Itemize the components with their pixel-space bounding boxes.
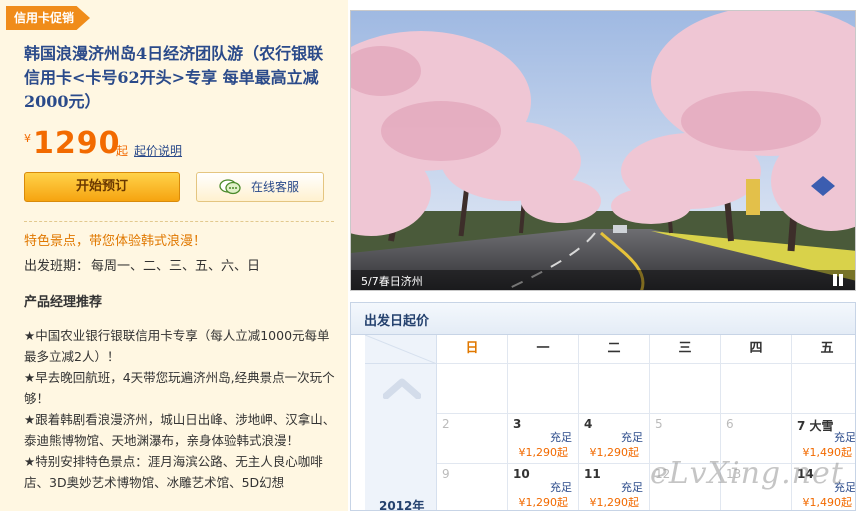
weekday-header: 三 <box>650 335 721 364</box>
availability-tag: 充足 <box>834 431 856 444</box>
availability-tag: 充足 <box>550 481 572 494</box>
price-suffix: 起 <box>116 144 129 158</box>
calendar-day-cell[interactable]: 11 充足 ¥1,290起 <box>579 464 650 510</box>
list-item: ★跟着韩剧看浪漫济州，城山日出峰、涉地岬、汉拿山、泰迪熊博物馆、天地渊瀑布，亲身… <box>24 412 336 448</box>
product-info-panel: 信用卡促销 韩国浪漫济州岛4日经济团队游（农行银联信用卡<卡号62开头>专享 每… <box>0 0 348 511</box>
photo-caption: 5/7春日济州 <box>361 275 423 288</box>
watermark: eLvXing.net <box>650 456 844 491</box>
manager-recommend-list: ★中国农业银行银联信用卡专享（每人立减1000元每单最多立减2人）！ ★早去晚回… <box>24 325 336 493</box>
day-price: ¥1,290起 <box>518 496 569 509</box>
price-row: ¥ 1290 起 起价说明 <box>24 126 324 162</box>
day-number: 2 <box>442 417 450 431</box>
calendar-side: 2012年 <box>365 335 437 511</box>
calendar-year: 2012年 <box>379 499 425 511</box>
calendar-corner <box>365 335 437 364</box>
availability-tag: 充足 <box>621 481 643 494</box>
availability-tag: 充足 <box>621 431 643 444</box>
calendar-day-cell <box>437 364 508 414</box>
calendar-day-cell <box>792 364 855 414</box>
calendar-day-cell[interactable]: 4 充足 ¥1,290起 <box>579 414 650 464</box>
book-button[interactable]: 开始预订 <box>24 172 180 202</box>
calendar-day-cell <box>650 364 721 414</box>
caption-bar: 5/7春日济州 <box>351 270 855 290</box>
calendar-day-cell: 2 <box>437 414 508 464</box>
chat-icon <box>219 179 241 195</box>
list-item: ★特别安排特色景点：涯月海滨公路、无主人良心咖啡店、3D奥妙艺术博物馆、冰雕艺术… <box>24 454 323 490</box>
calendar-title: 出发日起价 <box>364 314 430 329</box>
list-item: ★早去晚回航班，4天带您玩遍济州岛,经典景点一次玩个够！ <box>24 370 335 406</box>
schedule-days: 每周一、二、三、五、六、日 <box>91 259 261 274</box>
weekday-header: 日 <box>437 335 508 364</box>
weekday-header: 一 <box>508 335 579 364</box>
feature-text: 特色景点，带您体验韩式浪漫！ <box>24 234 207 249</box>
online-service-label: 在线客服 <box>251 180 300 194</box>
day-number: 4 <box>584 417 593 431</box>
pause-icon[interactable] <box>831 274 845 286</box>
promo-tag: 信用卡促销 <box>6 6 90 30</box>
divider <box>24 221 334 222</box>
schedule-label: 出发班期： <box>24 259 90 274</box>
calendar-day-cell <box>721 364 792 414</box>
destination-photo[interactable]: 5/7春日济州 <box>350 10 856 291</box>
manager-recommend-title: 产品经理推荐 <box>24 295 103 310</box>
schedule-text: 出发班期： 每周一、二、三、五、六、日 <box>24 255 262 274</box>
weekday-header: 五 <box>792 335 855 364</box>
calendar-header: 出发日起价 <box>351 303 855 335</box>
price-value: 1290 <box>33 126 121 161</box>
day-number: 7 大雪 <box>797 419 834 433</box>
day-number: 10 <box>513 467 530 481</box>
availability-tag: 充足 <box>550 431 572 444</box>
calendar-day-cell[interactable]: 3 充足 ¥1,290起 <box>508 414 579 464</box>
price-currency: ¥ <box>24 132 31 145</box>
prev-month-icon[interactable] <box>383 377 421 399</box>
day-number: 9 <box>442 467 450 481</box>
calendar-day-cell: 9 <box>437 464 508 510</box>
list-item: ★中国农业银行银联信用卡专享（每人立减1000元每单最多立减2人）！ <box>24 328 330 364</box>
cherry-blossom-road-image <box>351 11 855 290</box>
weekday-header: 四 <box>721 335 792 364</box>
day-number: 11 <box>584 467 601 481</box>
day-price: ¥1,290起 <box>518 446 569 459</box>
calendar-day-cell <box>579 364 650 414</box>
day-price: ¥1,290起 <box>589 446 640 459</box>
day-price: ¥1,490起 <box>802 496 853 509</box>
day-number: 5 <box>655 417 663 431</box>
online-service-button[interactable]: 在线客服 <box>196 172 324 202</box>
product-title: 韩国浪漫济州岛4日经济团队游（农行银联信用卡<卡号62开头>专享 每单最高立减2… <box>24 44 324 111</box>
price-help-link[interactable]: 起价说明 <box>134 142 182 159</box>
weekday-header: 二 <box>579 335 650 364</box>
day-number: 6 <box>726 417 734 431</box>
day-number: 3 <box>513 417 522 431</box>
calendar-day-cell <box>508 364 579 414</box>
day-price: ¥1,290起 <box>589 496 640 509</box>
calendar-day-cell[interactable]: 10 充足 ¥1,290起 <box>508 464 579 510</box>
